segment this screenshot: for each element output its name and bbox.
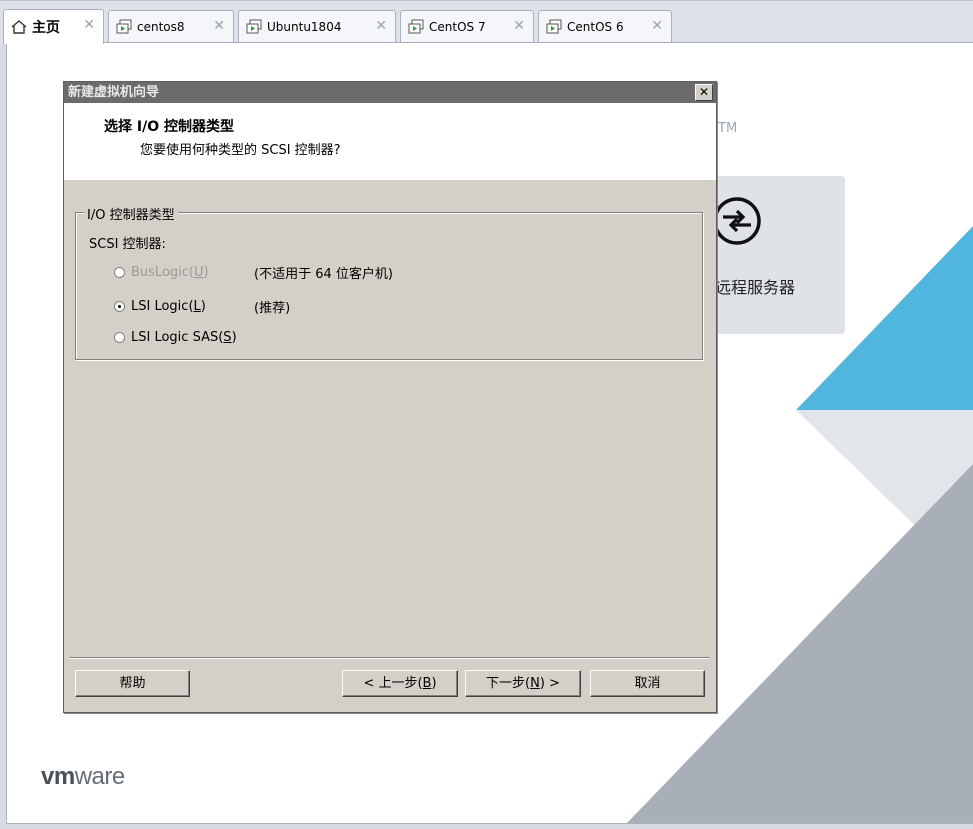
vm-icon [115,18,133,36]
tab-home[interactable]: 主页 ✕ [3,9,104,44]
trademark-text: TM [718,121,738,136]
scsi-controller-label: SCSI 控制器: [89,237,166,252]
tab-centos8[interactable]: centos8 ✕ [108,10,234,42]
close-icon[interactable]: ✕ [375,18,387,34]
help-button[interactable]: 帮助 [75,670,190,697]
vm-icon [407,18,425,36]
tab-centos7[interactable]: CentOS 7 ✕ [400,10,534,42]
home-icon [10,18,28,36]
option-note: (推荐) [254,301,291,316]
remote-server-label: 远程服务器 [715,278,796,297]
radio-lsi-logic[interactable] [114,301,125,312]
page-subtitle: 您要使用何种类型的 SCSI 控制器? [140,143,341,158]
tab-label: centos8 [137,19,185,34]
close-icon[interactable]: ✕ [651,18,663,34]
remote-connect-icon [709,193,765,249]
group-label: I/O 控制器类型 [84,204,178,223]
vmware-logo: vmware [41,763,125,790]
option-label: BusLogic(U) [131,265,209,280]
close-icon[interactable]: ✕ [513,18,525,34]
page-title: 选择 I/O 控制器类型 [104,119,234,135]
vm-icon [545,18,563,36]
tab-ubuntu1804[interactable]: Ubuntu1804 ✕ [238,10,396,42]
dialog-title: 新建虚拟机向导 [68,85,160,100]
vm-icon [245,18,263,36]
tab-label: CentOS 6 [567,19,624,34]
tab-centos6[interactable]: CentOS 6 ✕ [538,10,672,42]
option-note: (不适用于 64 位客户机) [254,267,393,282]
back-button[interactable]: < 上一步(B) [342,670,458,697]
cancel-button[interactable]: 取消 [590,670,705,697]
close-icon[interactable]: ✕ [83,17,95,33]
radio-buslogic[interactable] [114,267,125,278]
tab-strip: 主页 ✕ centos8 ✕ Ubuntu1804 ✕ CentOS 7 ✕ C… [0,0,973,45]
button-divider [70,657,710,659]
option-lsi-logic-sas[interactable]: LSI Logic SAS(S) [114,330,237,345]
option-buslogic[interactable]: BusLogic(U) (不适用于 64 位客户机) [114,265,393,282]
option-lsi-logic[interactable]: LSI Logic(L) (推荐) [114,299,290,316]
dialog-close-button[interactable]: ✕ [695,84,713,101]
option-label: LSI Logic(L) [131,299,206,314]
tab-label: 主页 [32,20,60,36]
radio-lsi-logic-sas[interactable] [114,332,125,343]
wizard-header: 选择 I/O 控制器类型 您要使用何种类型的 SCSI 控制器? [64,103,716,180]
close-icon[interactable]: ✕ [213,18,225,34]
tab-label: Ubuntu1804 [267,19,342,34]
next-button[interactable]: 下一步(N) > [465,670,581,697]
tab-label: CentOS 7 [429,19,486,34]
option-label: LSI Logic SAS(S) [131,330,237,345]
divider [64,179,716,180]
new-vm-wizard-dialog: 新建虚拟机向导 ✕ 选择 I/O 控制器类型 您要使用何种类型的 SCSI 控制… [63,81,717,713]
dialog-titlebar[interactable]: 新建虚拟机向导 ✕ [64,82,716,103]
